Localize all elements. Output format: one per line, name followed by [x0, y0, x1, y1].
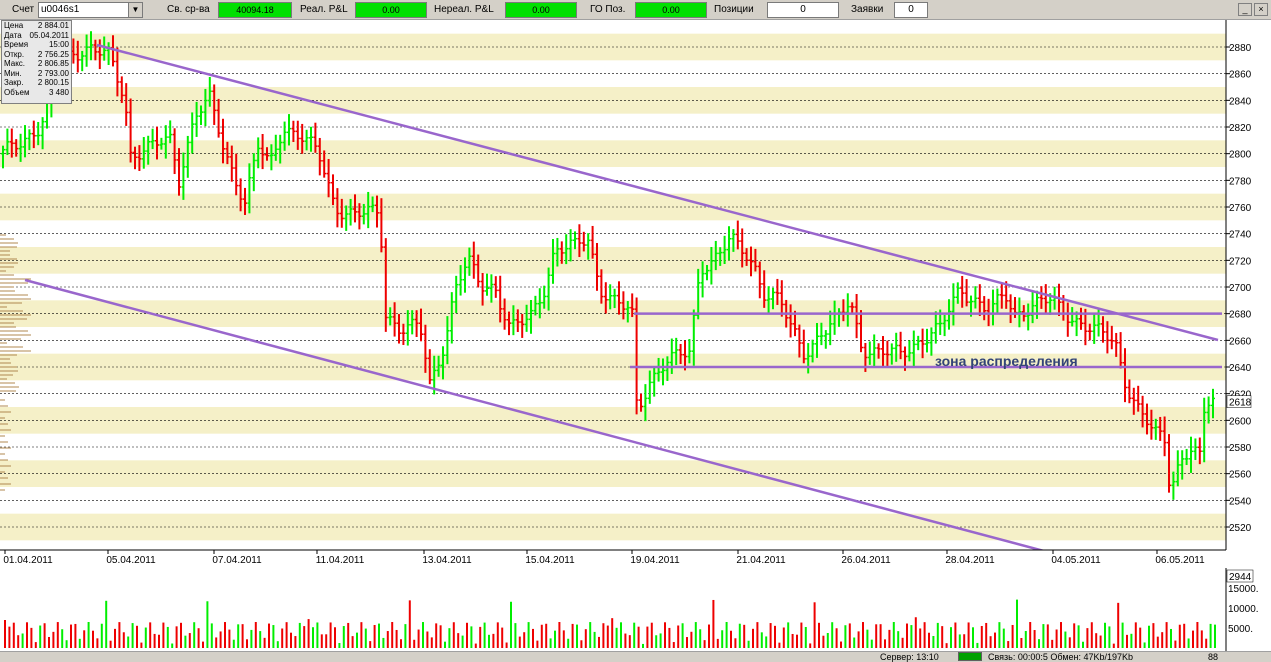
last-price-label: 2618	[1229, 398, 1252, 409]
free-funds-label: Св. ср-ва	[167, 4, 210, 15]
price-tick-label: 2780	[1229, 176, 1252, 187]
info-row: Цена 2 884.01	[4, 21, 69, 31]
volume-tick-label: 10000.	[1228, 604, 1259, 615]
bar-info-panel: Цена 2 884.01 Дата 05.04.2011 Время 15:00 Откр…	[1, 20, 72, 104]
real-pl-value: 0.00	[355, 2, 427, 18]
close-button[interactable]: ×	[1254, 3, 1268, 16]
info-value: 05.04.2011	[29, 30, 69, 40]
real-pl-label: Реал. P&L	[300, 4, 348, 15]
account-select[interactable]: u0046s1 ▼	[38, 2, 143, 18]
connection-indicator	[958, 652, 982, 661]
account-toolbar: Счет u0046s1 ▼ Св. ср-ва 40094.18 Реал. …	[0, 0, 1271, 20]
info-key: Цена	[4, 21, 24, 30]
date-tick-label: 01.04.2011	[3, 555, 53, 566]
info-key: Макс.	[4, 59, 26, 68]
volume-tick-label: 15000.	[1228, 584, 1259, 595]
price-chart[interactable]: 2520254025602580260026202640266026802700…	[0, 20, 1271, 568]
positions-value: 0	[767, 2, 839, 18]
unreal-pl-label: Нереал. P&L	[434, 4, 494, 15]
price-tick-label: 2640	[1229, 363, 1252, 374]
volume-tick-label: 5000.	[1228, 624, 1253, 635]
info-key: Закр.	[4, 78, 24, 87]
volume-axis: 15000. 10000. 5000. 2944	[1225, 568, 1271, 651]
info-value: 2 806.85	[37, 59, 69, 68]
go-label: ГО Поз.	[590, 4, 626, 15]
minimize-button[interactable]: _	[1238, 3, 1252, 16]
info-value: 3 480	[48, 87, 69, 97]
price-tick-label: 2660	[1229, 336, 1252, 347]
date-tick-label: 06.05.2011	[1155, 555, 1205, 566]
info-row: Макс. 2 806.85	[4, 59, 69, 69]
account-select-value: u0046s1	[41, 4, 80, 15]
info-row: Время 15:00	[4, 40, 69, 50]
volume-last-label: 2944	[1229, 572, 1252, 583]
status-code: 88	[1208, 652, 1219, 662]
free-funds-value: 40094.18	[218, 2, 292, 18]
date-tick-label: 15.04.2011	[525, 555, 575, 566]
date-tick-label: 28.04.2011	[945, 555, 995, 566]
info-value: 2 800.15	[37, 78, 69, 87]
server-time: Сервер: 13:10	[880, 652, 939, 662]
unreal-pl-value: 0.00	[505, 2, 577, 18]
date-tick-label: 13.04.2011	[422, 555, 472, 566]
price-tick-label: 2880	[1229, 43, 1252, 54]
info-row: Закр. 2 800.15	[4, 78, 69, 88]
date-tick-label: 05.04.2011	[106, 555, 156, 566]
price-tick-label: 2840	[1229, 96, 1252, 107]
price-axis: 2520254025602580260026202640266026802700…	[1225, 20, 1271, 568]
account-label: Счет	[12, 4, 35, 15]
volume-chart: 15000. 10000. 5000. 2944	[0, 568, 1271, 651]
info-row: Объем 3 480	[4, 88, 69, 98]
connection-status: Связь: 00:00:5 Обмен: 47Kb/197Kb	[988, 652, 1134, 662]
date-tick-label: 04.05.2011	[1051, 555, 1101, 566]
price-tick-label: 2700	[1229, 283, 1252, 294]
info-value: 2 756.25	[37, 49, 69, 59]
price-tick-label: 2860	[1229, 70, 1252, 81]
info-key: Дата	[4, 30, 22, 40]
price-tick-label: 2580	[1229, 443, 1252, 454]
chevron-down-icon[interactable]: ▼	[128, 3, 142, 17]
price-tick-label: 2520	[1229, 523, 1252, 534]
info-key: Мин.	[4, 68, 22, 78]
date-axis: 01.04.2011 05.04.2011 07.04.2011 11.04.2011…	[0, 549, 1226, 568]
price-tick-label: 2720	[1229, 256, 1252, 267]
price-tick-label: 2600	[1229, 416, 1252, 427]
distribution-zone-label: зона распределения	[935, 353, 1078, 369]
info-value: 2 793.00	[37, 68, 69, 78]
date-tick-label: 26.04.2011	[841, 555, 891, 566]
price-tick-label: 2680	[1229, 310, 1252, 321]
info-key: Объем	[4, 87, 30, 97]
price-tick-label: 2560	[1229, 470, 1252, 481]
info-row: Дата 05.04.2011	[4, 31, 69, 41]
info-key: Откр.	[4, 49, 25, 59]
info-row: Откр. 2 756.25	[4, 50, 69, 60]
price-tick-label: 2820	[1229, 123, 1252, 134]
info-value: 15:00	[48, 40, 69, 49]
price-tick-label: 2760	[1229, 203, 1252, 214]
status-bar: Сервер: 13:10 Связь: 00:00:5 Обмен: 47Kb…	[0, 651, 1271, 662]
date-tick-label: 07.04.2011	[212, 555, 262, 566]
orders-label: Заявки	[851, 4, 884, 15]
date-tick-label: 11.04.2011	[316, 555, 365, 566]
price-tick-label: 2740	[1229, 230, 1252, 241]
info-key: Время	[4, 40, 29, 49]
date-axis-background	[0, 550, 1226, 568]
price-tick-label: 2800	[1229, 150, 1252, 161]
price-tick-label: 2540	[1229, 496, 1252, 507]
go-value: 0.00	[635, 2, 707, 18]
info-row: Мин. 2 793.00	[4, 69, 69, 79]
date-tick-label: 19.04.2011	[630, 555, 680, 566]
positions-label: Позиции	[714, 4, 754, 15]
orders-value: 0	[894, 2, 928, 18]
date-tick-label: 21.04.2011	[736, 555, 786, 566]
info-value: 2 884.01	[37, 21, 69, 30]
